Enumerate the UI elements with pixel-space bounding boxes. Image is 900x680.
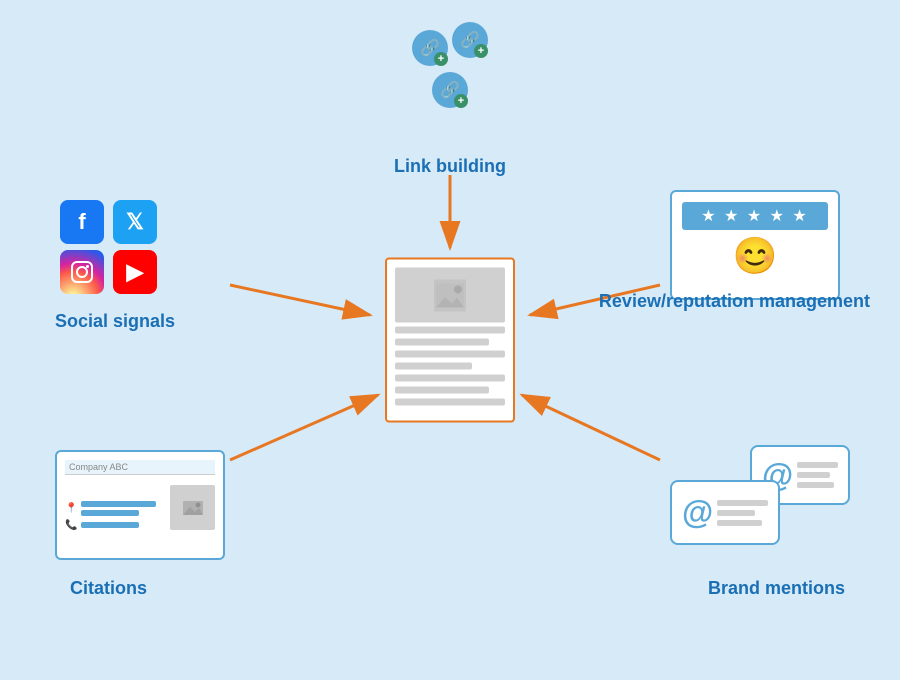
doc-image bbox=[395, 268, 505, 323]
center-document bbox=[385, 258, 515, 423]
social-signals-label: Social signals bbox=[55, 310, 175, 333]
citation-company-name: Company ABC bbox=[65, 460, 215, 475]
brand-mentions-icon: @ @ bbox=[670, 445, 850, 565]
citations-icon: Company ABC 📍 📞 bbox=[55, 450, 225, 560]
chain-icon-1: 🔗+ bbox=[412, 30, 448, 66]
youtube-icon: ▶ bbox=[113, 250, 157, 294]
facebook-icon: f bbox=[60, 200, 104, 244]
doc-content-lines bbox=[395, 327, 505, 413]
review-reputation-icon: ★ ★ ★ ★ ★ 😊 bbox=[670, 190, 840, 300]
smiley-icon: 😊 bbox=[682, 238, 828, 274]
review-reputation-label: Review/reputation management bbox=[599, 290, 870, 313]
citations-label: Citations bbox=[70, 577, 147, 600]
chain-icon-2: 🔗+ bbox=[452, 22, 488, 58]
brand-mentions-label: Brand mentions bbox=[708, 577, 845, 600]
review-stars: ★ ★ ★ ★ ★ bbox=[682, 202, 828, 230]
diagram-container: 🔗+ 🔗+ 🔗+ Link building f 𝕏 ▶ Social sign… bbox=[0, 0, 900, 680]
chain-icon-3: 🔗+ bbox=[432, 72, 468, 108]
instagram-icon bbox=[60, 250, 104, 294]
link-building-label: Link building bbox=[394, 155, 506, 178]
twitter-icon: 𝕏 bbox=[113, 200, 157, 244]
social-icons: f 𝕏 ▶ bbox=[60, 200, 160, 294]
at-symbol-1: @ bbox=[682, 494, 713, 531]
speech-bubble-1: @ bbox=[670, 480, 780, 545]
link-building-icon: 🔗+ 🔗+ 🔗+ bbox=[395, 30, 505, 108]
